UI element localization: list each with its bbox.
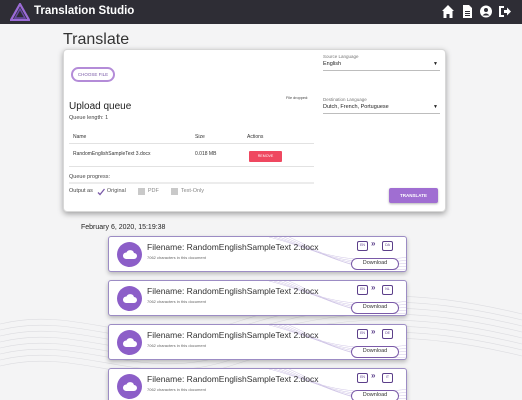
file-name: Filename: RandomEnglishSampleText 2.docx [147, 330, 319, 340]
app-logo-icon[interactable] [10, 3, 30, 21]
source-language-label: Source Language [323, 54, 359, 59]
cloud-icon [117, 330, 142, 355]
table-divider [69, 143, 314, 144]
queue-row-size: 0.018 MB [195, 151, 217, 157]
file-char-count: 7062 characters in this document [147, 343, 206, 348]
cloud-icon [117, 286, 142, 311]
file-card: Filename: RandomEnglishSampleText 2.docx… [108, 368, 407, 400]
download-button[interactable]: Download [351, 258, 399, 270]
double-chevron-right-icon: » [371, 239, 376, 248]
text-only-option-label: Text-Only [180, 188, 205, 194]
download-button[interactable]: Download [351, 390, 399, 400]
file-card: Filename: RandomEnglishSampleText 2.docx… [108, 280, 407, 316]
cloud-icon [117, 374, 142, 399]
choose-file-button[interactable]: CHOOSE FILE [71, 67, 115, 82]
file-name: Filename: RandomEnglishSampleText 2.docx [147, 374, 319, 384]
page-title: Translate [63, 31, 130, 48]
target-language-badge: IT [382, 373, 393, 383]
target-language-badge: DE [382, 329, 393, 339]
original-checkbox[interactable] [97, 188, 105, 195]
chevron-down-icon: ▼ [433, 61, 438, 67]
remove-button[interactable]: REMOVE [249, 151, 282, 162]
text-only-checkbox[interactable] [170, 187, 178, 195]
download-button[interactable]: Download [351, 346, 399, 358]
file-char-count: 7062 characters in this document [147, 299, 206, 304]
file-name: Filename: RandomEnglishSampleText 2.docx [147, 286, 319, 296]
target-language-badge: DA [382, 241, 393, 251]
queue-progress-bar [69, 182, 314, 184]
column-header-size: Size [195, 134, 205, 140]
file-char-count: 7062 characters in this document [147, 255, 206, 260]
queue-row-name: RandomEnglishSampleText 3.docx [73, 151, 151, 157]
double-chevron-right-icon: » [371, 283, 376, 292]
nav-icon-group [441, 4, 512, 19]
output-format-group: Output as Original PDF Text-Only [69, 186, 212, 196]
upload-queue-title: Upload queue [69, 101, 132, 112]
queue-progress-label: Queue progress: [69, 174, 110, 180]
double-chevron-right-icon: » [371, 327, 376, 336]
pdf-option-label: PDF [147, 188, 159, 194]
file-char-count: 7062 characters in this document [147, 387, 206, 392]
column-header-name: Name [73, 134, 87, 140]
file-name: Filename: RandomEnglishSampleText 2.docx [147, 242, 319, 252]
translate-button[interactable]: TRANSLATE [389, 188, 438, 203]
queue-length: Queue length: 1 [69, 115, 109, 121]
top-navbar: Translation Studio [0, 0, 522, 24]
source-language-badge: EN [357, 373, 368, 383]
table-divider [69, 166, 314, 167]
destination-language-value: Dutch, French, Portuguese [323, 104, 389, 110]
cloud-icon [117, 242, 142, 267]
source-language-badge: EN [357, 285, 368, 295]
source-language-badge: EN [357, 329, 368, 339]
user-icon[interactable] [479, 4, 493, 19]
destination-language-label: Destination Language [323, 97, 367, 102]
chevron-down-icon: ▼ [433, 104, 438, 110]
document-icon[interactable] [460, 4, 474, 19]
target-language-badge: NL [382, 285, 393, 295]
pdf-checkbox[interactable] [137, 187, 145, 195]
source-language-value: English [323, 61, 342, 67]
history-date: February 6, 2020, 15:19:38 [81, 224, 166, 231]
file-dropped-label: File dropped: [286, 96, 309, 100]
file-card: Filename: RandomEnglishSampleText 2.docx… [108, 324, 407, 360]
file-card: Filename: RandomEnglishSampleText 2.docx… [108, 236, 407, 272]
destination-language-select[interactable]: Dutch, French, Portuguese ▼ [323, 103, 440, 114]
home-icon[interactable] [441, 4, 455, 19]
double-chevron-right-icon: » [371, 371, 376, 380]
translate-card: CHOOSE FILE File dropped: Upload queue Q… [63, 49, 446, 212]
download-button[interactable]: Download [351, 302, 399, 314]
output-as-label: Output as [69, 188, 93, 194]
source-language-select[interactable]: English ▼ [323, 60, 440, 71]
original-option-label: Original [106, 188, 126, 194]
app-title[interactable]: Translation Studio [34, 5, 134, 17]
source-language-badge: EN [357, 241, 368, 251]
column-header-actions: Actions [247, 134, 264, 140]
logout-icon[interactable] [498, 4, 512, 19]
